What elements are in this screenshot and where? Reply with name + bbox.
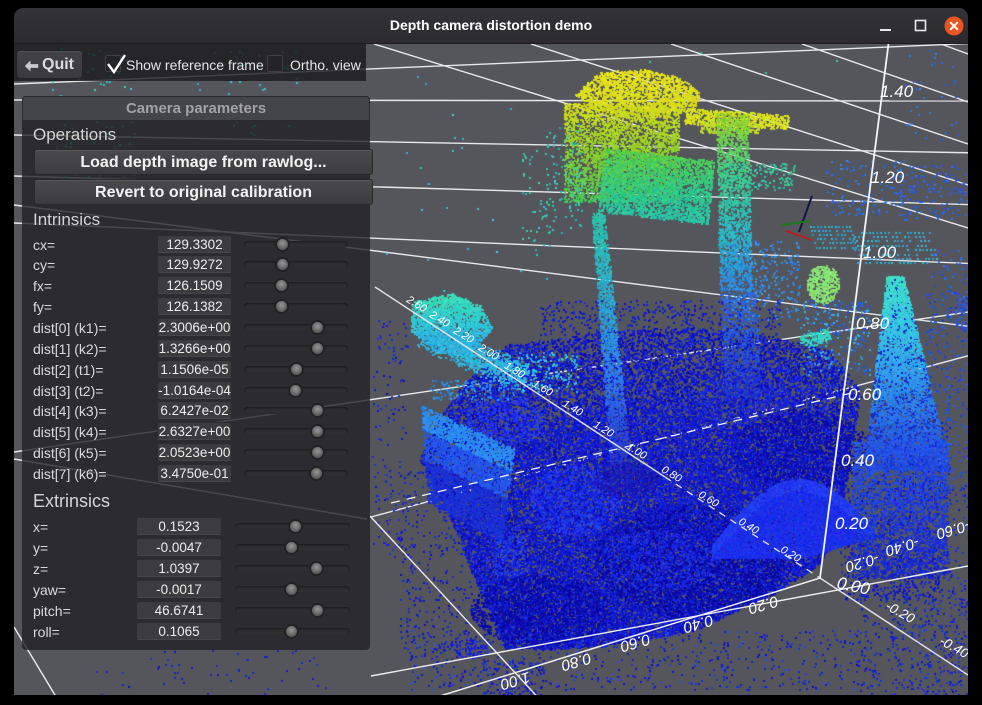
- svg-text:0.40: 0.40: [841, 451, 875, 470]
- svg-text:1.00: 1.00: [863, 243, 897, 262]
- svg-text:0.20: 0.20: [778, 544, 803, 566]
- svg-text:2.20: 2.20: [450, 324, 476, 346]
- svg-text:-0.60: -0.60: [934, 516, 968, 542]
- svg-text:0.60: 0.60: [618, 630, 652, 655]
- svg-text:1.20: 1.20: [871, 168, 905, 187]
- svg-text:2.40: 2.40: [426, 308, 452, 330]
- svg-text:0.60: 0.60: [696, 489, 721, 511]
- svg-text:0.80: 0.80: [856, 314, 890, 333]
- svg-text:1.00: 1.00: [498, 668, 532, 693]
- svg-text:0.20: 0.20: [835, 514, 869, 533]
- svg-text:0.20: 0.20: [746, 592, 780, 617]
- svg-text:1.40: 1.40: [880, 82, 914, 101]
- svg-text:0.80: 0.80: [659, 464, 684, 486]
- svg-text:0.60: 0.60: [848, 385, 882, 404]
- svg-text:2.60: 2.60: [403, 293, 429, 315]
- svg-text:0.80: 0.80: [559, 649, 593, 674]
- svg-text:0.40: 0.40: [736, 516, 761, 538]
- svg-text:2.00: 2.00: [475, 341, 501, 363]
- svg-text:-0.40: -0.40: [883, 533, 921, 559]
- svg-text:0.00: 0.00: [835, 573, 872, 599]
- svg-text:0.40: 0.40: [681, 611, 715, 636]
- svg-text:-0.20: -0.20: [843, 549, 881, 575]
